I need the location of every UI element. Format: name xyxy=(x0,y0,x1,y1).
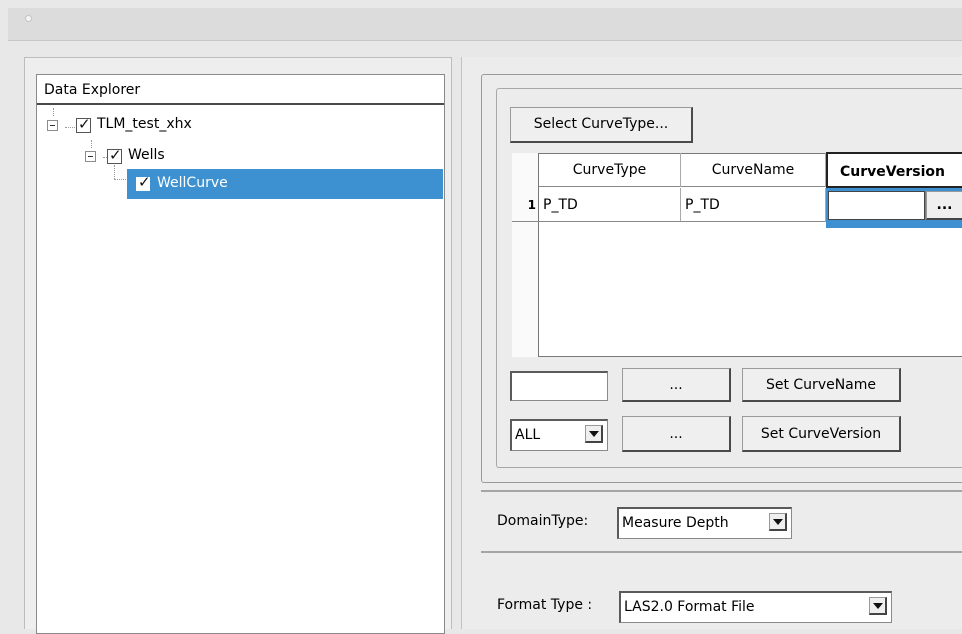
tree-connector xyxy=(65,127,75,128)
section-divider xyxy=(481,551,962,553)
column-header-curvetype[interactable]: CurveType xyxy=(539,153,681,187)
curveversion-combo-value: ALL xyxy=(515,427,541,443)
data-explorer-tree[interactable] xyxy=(36,74,445,634)
section-divider xyxy=(481,490,962,492)
row-header-strip xyxy=(512,153,539,357)
curvename-browse-button[interactable]: ... xyxy=(622,368,731,402)
window-menu-dot-icon[interactable] xyxy=(25,15,32,22)
tree-checkbox-wells[interactable]: ✓ xyxy=(107,146,122,164)
chevron-down-icon[interactable] xyxy=(769,513,787,531)
curveversion-input[interactable] xyxy=(828,191,925,220)
curvename-input[interactable] xyxy=(510,371,608,401)
collapse-icon[interactable] xyxy=(47,120,58,131)
tree-connector xyxy=(53,108,54,116)
cell-curvename[interactable]: P_TD xyxy=(681,188,826,222)
chevron-down-icon[interactable] xyxy=(585,425,603,443)
tree-checkbox-wellcurve[interactable]: ✓ xyxy=(136,173,151,191)
set-curveversion-button[interactable]: Set CurveVersion xyxy=(742,416,901,452)
tree-connector xyxy=(114,179,126,180)
data-explorer-title: Data Explorer xyxy=(44,82,141,98)
tree-item-wells[interactable]: Wells xyxy=(128,147,165,163)
format-type-combo[interactable]: LAS2.0 Format File xyxy=(619,591,892,623)
tree-item-wellcurve[interactable]: WellCurve xyxy=(157,175,228,191)
tree-checkbox-tlm-test[interactable]: ✓ xyxy=(76,115,91,133)
collapse-icon[interactable] xyxy=(85,151,96,162)
tree-connector xyxy=(114,165,115,179)
format-type-label: Format Type : xyxy=(497,597,593,613)
title-separator xyxy=(8,40,962,41)
domaintype-label: DomainType: xyxy=(497,513,589,529)
curveversion-browse-button-2[interactable]: ... xyxy=(622,416,731,452)
domaintype-value: Measure Depth xyxy=(622,515,729,531)
domaintype-combo[interactable]: Measure Depth xyxy=(617,507,792,539)
format-type-value: LAS2.0 Format File xyxy=(624,599,755,615)
column-header-curvename[interactable]: CurveName xyxy=(681,153,826,187)
tree-connector xyxy=(91,140,92,148)
select-curvetype-button[interactable]: Select CurveType... xyxy=(510,107,693,143)
column-header-curveversion[interactable]: CurveVersion xyxy=(826,152,962,188)
window-title-bar xyxy=(8,8,962,40)
row-number[interactable]: 1 xyxy=(512,188,539,222)
chevron-down-icon[interactable] xyxy=(869,597,887,615)
set-curvename-button[interactable]: Set CurveName xyxy=(742,368,901,402)
tree-item-tlm-test[interactable]: TLM_test_xhx xyxy=(97,116,192,132)
cell-curvetype[interactable]: P_TD xyxy=(539,188,681,222)
curveversion-browse-button[interactable]: ... xyxy=(926,191,962,220)
